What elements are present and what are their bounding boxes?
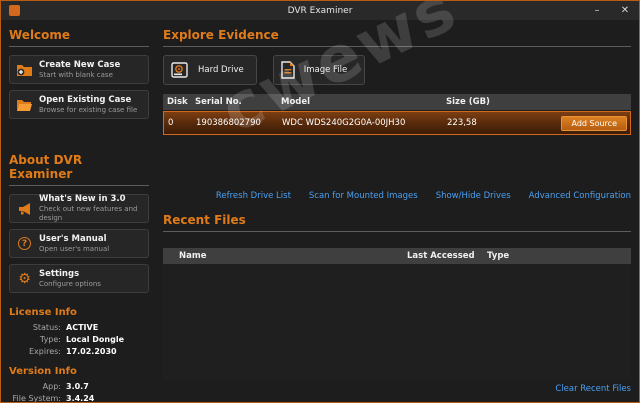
- about-heading: About DVR Examiner: [9, 153, 149, 186]
- settings-label: Settings: [39, 268, 80, 279]
- users-manual-sublabel: Open user's manual: [39, 244, 110, 253]
- megaphone-icon: [16, 202, 33, 216]
- clear-recent-files-link[interactable]: Clear Recent Files: [555, 384, 631, 394]
- whats-new-sublabel: Check out new features and design: [39, 205, 138, 222]
- window-title: DVR Examiner: [287, 5, 353, 16]
- drives-header-serial: Serial No.: [195, 97, 242, 107]
- license-info: Status: ACTIVE Type: Local Dongle Expire…: [9, 323, 149, 356]
- dvr-examiner-window: DVR Examiner – ✕ cwews Welcome Create Ne…: [0, 0, 640, 403]
- version-info-heading: Version Info: [9, 366, 77, 377]
- help-icon: ?: [16, 237, 33, 250]
- open-existing-case-label: Open Existing Case: [39, 94, 132, 105]
- gear-icon: ⚙: [18, 270, 31, 287]
- title-bar: DVR Examiner – ✕: [1, 1, 639, 20]
- image-file-icon: [280, 61, 296, 79]
- add-source-button[interactable]: Add Source: [561, 115, 627, 131]
- whats-new-button[interactable]: What's New in 3.0 Check out new features…: [9, 194, 149, 223]
- minimize-button[interactable]: –: [591, 1, 603, 20]
- drive-serial-cell: 190386802790: [196, 118, 261, 128]
- recent-files-heading: Recent Files: [163, 213, 631, 232]
- open-existing-case-sublabel: Browse for existing case file: [39, 105, 138, 114]
- image-file-button[interactable]: Image File: [272, 55, 365, 85]
- settings-button[interactable]: ⚙ Settings Configure options: [9, 264, 149, 293]
- folder-plus-icon: [16, 63, 33, 77]
- users-manual-button[interactable]: ? User's Manual Open user's manual: [9, 229, 149, 258]
- drive-model-cell: WDC WDS240G2G0A-00JH30: [282, 118, 406, 128]
- app-icon: [9, 5, 20, 16]
- license-type-label: Type:: [39, 335, 61, 344]
- hard-drive-label: Hard Drive: [198, 65, 244, 75]
- version-fs-value: 3.4.24: [66, 394, 95, 403]
- drive-disk-cell: 0: [168, 118, 174, 128]
- scan-mounted-images-link[interactable]: Scan for Mounted Images: [309, 191, 418, 201]
- create-new-case-label: Create New Case: [39, 59, 121, 70]
- drive-links-row: Refresh Drive List Scan for Mounted Imag…: [163, 191, 631, 201]
- drive-table-row[interactable]: 0 190386802790 WDC WDS240G2G0A-00JH30 22…: [163, 111, 631, 135]
- recent-header-last-accessed: Last Accessed: [407, 251, 475, 261]
- create-new-case-sublabel: Start with blank case: [39, 70, 113, 79]
- show-hide-drives-link[interactable]: Show/Hide Drives: [436, 191, 511, 201]
- users-manual-label: User's Manual: [39, 233, 107, 244]
- license-info-heading: License Info: [9, 307, 77, 318]
- license-status-value: ACTIVE: [66, 323, 99, 332]
- create-new-case-button[interactable]: Create New Case Start with blank case: [9, 55, 149, 84]
- settings-sublabel: Configure options: [39, 279, 101, 288]
- hard-drive-button[interactable]: Hard Drive: [163, 55, 257, 85]
- license-type-value: Local Dongle: [66, 335, 124, 344]
- explore-evidence-heading: Explore Evidence: [163, 28, 631, 47]
- whats-new-label: What's New in 3.0: [39, 194, 126, 204]
- drives-table-header: Disk Serial No. Model Size (GB): [163, 94, 631, 110]
- license-expires-value: 17.02.2030: [66, 347, 117, 356]
- version-app-label: App:: [42, 382, 61, 391]
- version-info: App: 3.0.7 File System: 3.4.24: [9, 382, 149, 403]
- drives-header-disk: Disk: [167, 97, 188, 107]
- open-existing-case-button[interactable]: Open Existing Case Browse for existing c…: [9, 90, 149, 119]
- version-fs-label: File System:: [12, 394, 61, 403]
- main-panel: Explore Evidence Hard Drive Image File D…: [163, 28, 631, 394]
- license-status-label: Status:: [32, 323, 61, 332]
- close-button[interactable]: ✕: [619, 1, 631, 20]
- recent-header-name: Name: [179, 251, 207, 261]
- hard-drive-icon: [170, 61, 190, 79]
- license-expires-label: Expires:: [29, 347, 61, 356]
- refresh-drive-list-link[interactable]: Refresh Drive List: [216, 191, 291, 201]
- version-app-value: 3.0.7: [66, 382, 89, 391]
- welcome-heading: Welcome: [9, 28, 149, 47]
- drive-size-cell: 223,58: [447, 118, 477, 128]
- drives-header-size: Size (GB): [446, 97, 490, 107]
- sidebar: Welcome Create New Case Start with blank…: [9, 28, 149, 402]
- recent-table-header: Name Last Accessed Type: [163, 248, 631, 264]
- advanced-configuration-link[interactable]: Advanced Configuration: [529, 191, 631, 201]
- recent-header-type: Type: [487, 251, 510, 261]
- folder-open-icon: [16, 98, 33, 112]
- recent-files-empty-area: [163, 264, 631, 380]
- image-file-label: Image File: [303, 65, 348, 75]
- drives-header-model: Model: [281, 97, 311, 107]
